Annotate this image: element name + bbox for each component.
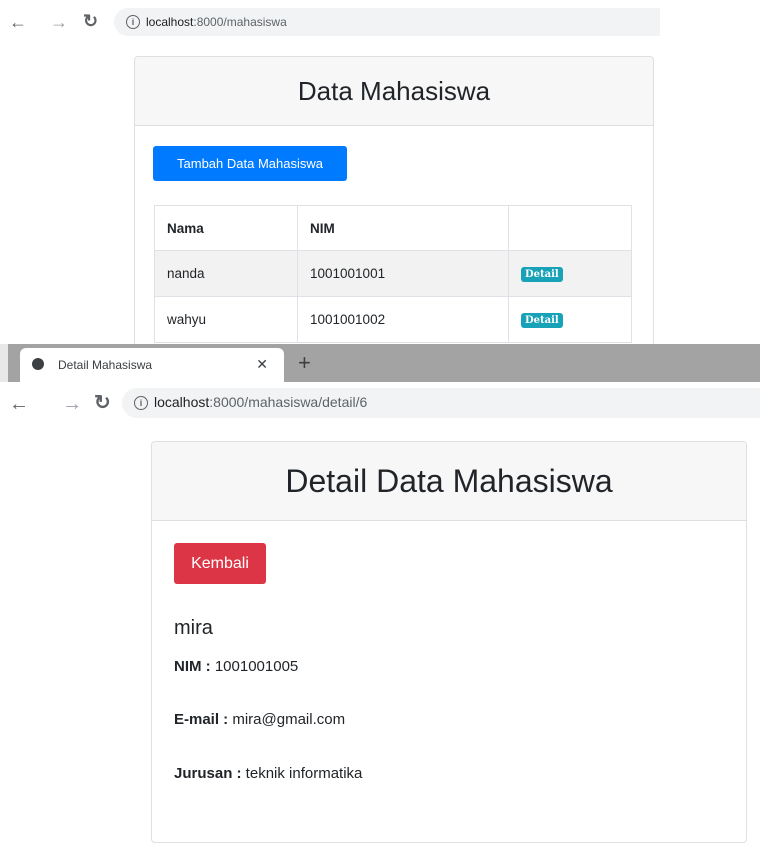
detail-badge-button[interactable]: Detail xyxy=(521,267,563,282)
url-path: :8000/mahasiswa/detail/6 xyxy=(209,394,368,410)
cell-nama: wahyu xyxy=(154,296,298,343)
forward-arrow-icon[interactable]: → xyxy=(62,394,82,414)
field-label: E-mail : xyxy=(174,711,229,728)
globe-icon xyxy=(32,358,44,370)
cell-nama: nanda xyxy=(154,250,298,297)
address-bar[interactable]: i localhost:8000/mahasiswa/detail/6 xyxy=(122,388,760,418)
field-label: Jurusan : xyxy=(174,765,242,782)
field-label: NIM : xyxy=(174,658,211,675)
tab-detail-mahasiswa[interactable]: Detail Mahasiswa ✕ xyxy=(20,348,284,382)
student-name: mira xyxy=(174,617,213,639)
forward-arrow-icon[interactable]: → xyxy=(50,13,68,31)
field-jurusan: Jurusan : teknik informatika xyxy=(174,765,362,782)
add-mahasiswa-button[interactable]: Tambah Data Mahasiswa xyxy=(153,146,347,181)
back-button[interactable]: Kembali xyxy=(174,543,266,584)
browser-tab-strip: Detail Mahasiswa ✕ + xyxy=(0,344,760,382)
back-arrow-icon[interactable]: ← xyxy=(9,13,27,31)
reload-icon[interactable]: ↻ xyxy=(94,393,111,413)
address-bar[interactable]: i localhost:8000/mahasiswa xyxy=(114,8,660,36)
mahasiswa-list-card: Data Mahasiswa Tambah Data Mahasiswa Nam… xyxy=(134,56,654,348)
page-title: Detail Data Mahasiswa xyxy=(285,463,613,499)
cell-nim: 1001001002 xyxy=(297,296,509,343)
url-path: :8000/mahasiswa xyxy=(193,15,287,29)
field-email: E-mail : mira@gmail.com xyxy=(174,711,345,728)
info-icon[interactable]: i xyxy=(134,396,148,410)
reload-icon[interactable]: ↻ xyxy=(83,12,98,30)
info-icon[interactable]: i xyxy=(126,15,140,29)
field-nim: NIM : 1001001005 xyxy=(174,658,298,675)
field-value: 1001001005 xyxy=(210,658,299,675)
url-host: localhost xyxy=(146,15,194,29)
tab-title: Detail Mahasiswa xyxy=(58,358,153,372)
column-header-nama: Nama xyxy=(154,205,298,251)
new-tab-plus-icon[interactable]: + xyxy=(298,350,311,376)
detail-badge-button[interactable]: Detail xyxy=(521,313,563,328)
column-header-nim: NIM xyxy=(297,205,509,251)
card-header: Detail Data Mahasiswa xyxy=(152,442,746,521)
back-arrow-icon[interactable]: ← xyxy=(9,394,29,414)
table-header-row: Nama NIM xyxy=(154,205,632,251)
field-value: mira@gmail.com xyxy=(228,711,346,728)
browser-toolbar-list: ← → ↻ i localhost:8000/mahasiswa xyxy=(0,0,660,44)
url-host: localhost xyxy=(154,394,210,410)
page-title: Data Mahasiswa xyxy=(297,76,491,106)
browser-toolbar-detail: ← → ↻ i localhost:8000/mahasiswa/detail/… xyxy=(0,382,760,426)
mahasiswa-detail-card: Detail Data Mahasiswa Kembali mira NIM :… xyxy=(151,441,747,843)
cell-nim: 1001001001 xyxy=(297,250,509,297)
column-header-action xyxy=(508,205,632,251)
card-header: Data Mahasiswa xyxy=(135,57,653,126)
close-icon[interactable]: ✕ xyxy=(256,356,268,373)
field-value: teknik informatika xyxy=(241,765,363,782)
mahasiswa-table: Nama NIM nanda 1001001001 Detail wahyu 1… xyxy=(154,205,632,343)
table-row: wahyu 1001001002 Detail xyxy=(154,296,632,343)
table-row: nanda 1001001001 Detail xyxy=(154,250,632,297)
